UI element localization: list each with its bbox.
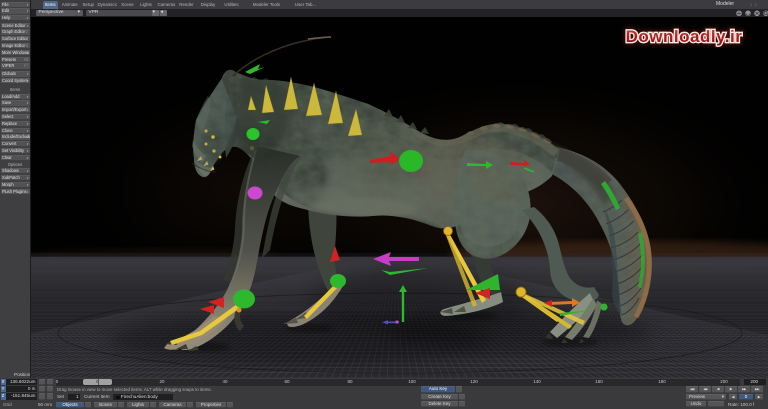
svg-text:Downloadly.ir: Downloadly.ir bbox=[626, 27, 743, 46]
